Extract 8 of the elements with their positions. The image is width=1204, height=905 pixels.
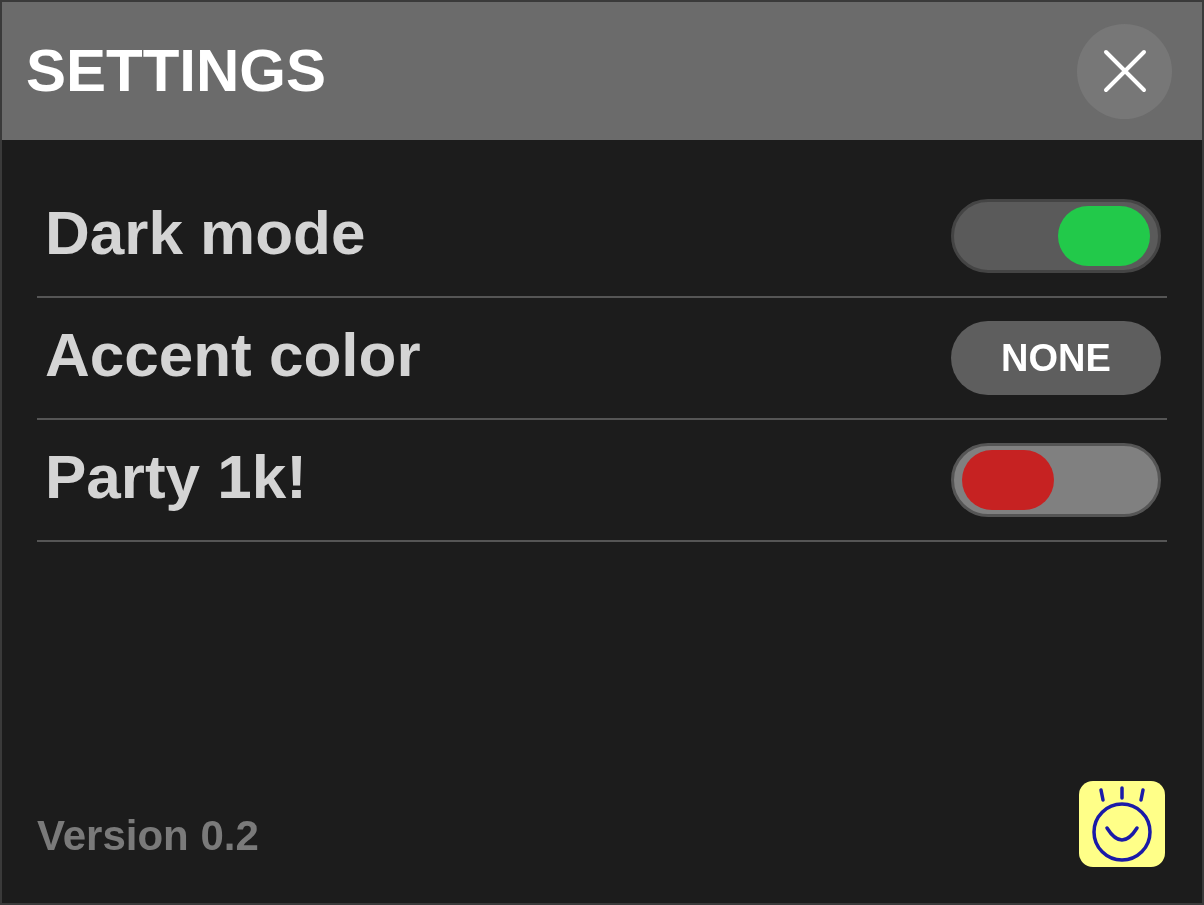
smiley-icon[interactable] [1079, 781, 1165, 867]
accent-color-selector[interactable]: NONE [951, 321, 1161, 395]
version-label: Version 0.2 [37, 811, 259, 861]
close-icon [1102, 49, 1147, 93]
setting-label: Party 1k! [45, 440, 307, 513]
window-title: SETTINGS [26, 36, 327, 106]
setting-label: Accent color [45, 318, 421, 391]
setting-label: Dark mode [45, 196, 366, 269]
